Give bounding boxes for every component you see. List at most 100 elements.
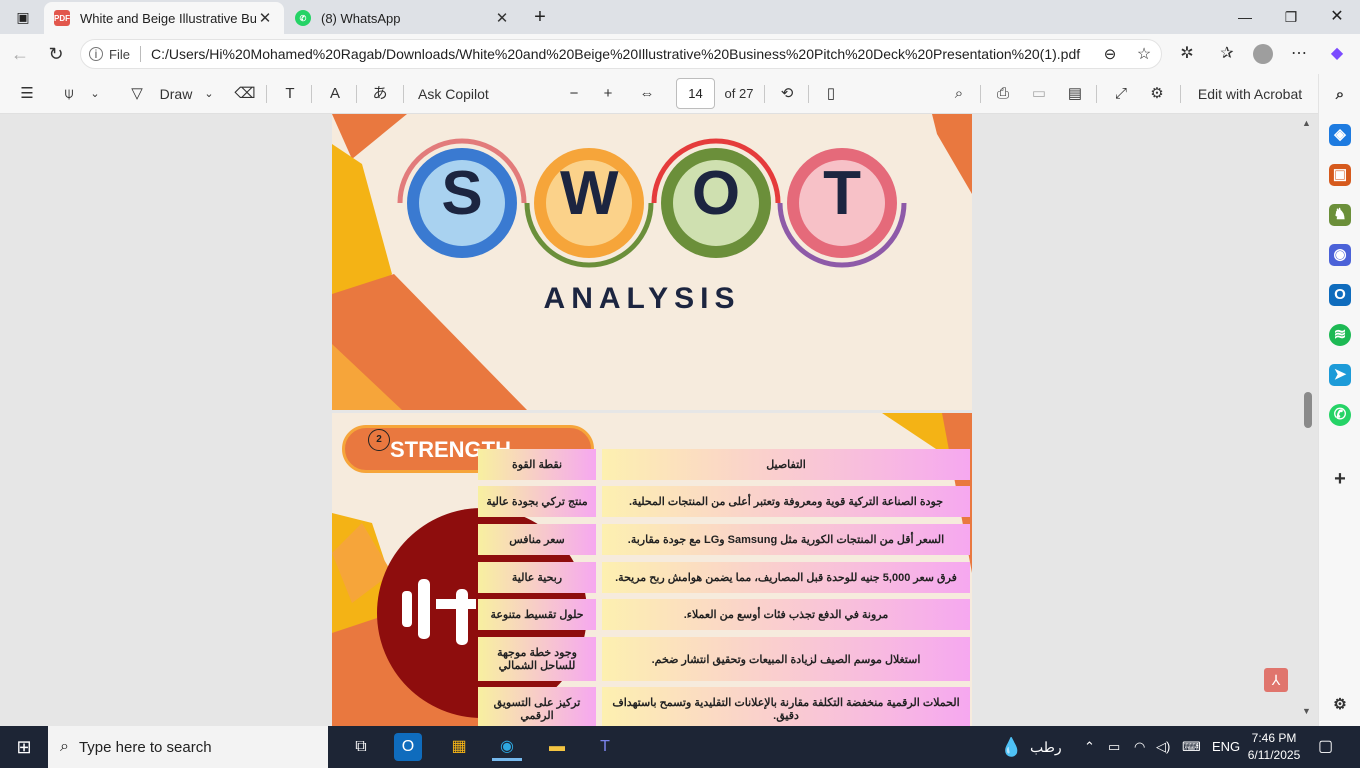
divider — [266, 85, 267, 103]
keyboard-icon[interactable]: ⌨ — [1182, 726, 1201, 768]
divider — [139, 46, 141, 62]
back-icon[interactable]: ← — [6, 41, 34, 67]
new-tab-button[interactable]: + — [517, 4, 563, 30]
add-sidebar-icon[interactable]: + — [1329, 468, 1351, 490]
extensions-icon[interactable]: ✲ — [1174, 42, 1200, 66]
profile-avatar[interactable] — [1250, 42, 1276, 66]
chevron-up-icon[interactable]: ⌃ — [1084, 726, 1095, 768]
copilot-icon[interactable]: ◆ — [1324, 42, 1350, 66]
divider — [356, 85, 357, 103]
zoom-out-icon[interactable]: − — [564, 82, 584, 106]
pdf-toolbar: ☰ ⍦ ⌄ ▽ Draw ⌄ ⌫ T A あ Ask Copilot − + ⇔… — [0, 74, 1318, 114]
weather-text[interactable]: رطب — [1030, 726, 1062, 768]
toolbox-icon[interactable]: ▣ — [1329, 164, 1351, 186]
vertical-scrollbar[interactable]: ▲ ▼ — [1300, 114, 1316, 726]
tab-title: (8) WhatsApp — [321, 10, 401, 26]
ask-copilot-button[interactable]: Ask Copilot — [418, 82, 500, 106]
scroll-up-icon[interactable]: ▲ — [1302, 118, 1311, 128]
telegram-icon[interactable]: ➤ — [1329, 364, 1351, 386]
search-icon[interactable]: ⌕ — [1329, 84, 1351, 106]
settings-gear-icon[interactable]: ⚙ — [1146, 82, 1168, 106]
close-tab-icon[interactable]: ✕ — [256, 9, 274, 27]
read-aloud-icon[interactable]: A — [324, 82, 346, 106]
close-tab-icon[interactable]: ✕ — [493, 9, 511, 27]
table-header-row: نقطة القوة التفاصيل — [478, 449, 970, 480]
swot-letter-w: W — [560, 159, 619, 228]
fit-width-icon[interactable]: ⇔ — [636, 82, 658, 106]
zoom-in-icon[interactable]: + — [598, 82, 618, 106]
chevron-down-icon[interactable]: ⌄ — [200, 82, 218, 106]
page-view-icon[interactable]: ▯ — [820, 82, 842, 106]
search-icon[interactable]: ⌕ — [948, 82, 970, 106]
address-bar[interactable]: i File C:/Users/Hi%20Mohamed%20Ragab/Dow… — [80, 39, 1162, 69]
more-menu-icon[interactable]: ⋯ — [1286, 42, 1312, 66]
notifications-icon[interactable]: ▢ — [1318, 726, 1333, 768]
scroll-down-icon[interactable]: ▼ — [1302, 706, 1311, 716]
table-cell: وجود خطة موجهة للساحل الشمالي — [478, 637, 596, 681]
fullscreen-icon[interactable]: ⤢ — [1110, 82, 1132, 106]
battery-icon[interactable]: ▭ — [1108, 726, 1120, 768]
taskbar-search[interactable]: ⌕ Type here to search — [48, 726, 328, 768]
table-cell: سعر منافس — [478, 524, 596, 555]
text-box-icon[interactable]: T — [279, 82, 301, 106]
outlook-icon[interactable]: O — [1329, 284, 1351, 306]
page-count: of 27 — [724, 86, 754, 101]
games-icon[interactable]: ♞ — [1329, 204, 1351, 226]
print-icon[interactable]: ⎙ — [992, 82, 1014, 106]
task-view-icon[interactable]: ⧉ — [346, 733, 376, 761]
zoom-icon[interactable]: ⊖ — [1093, 45, 1127, 63]
swot-letter-t: T — [823, 159, 861, 228]
spotify-icon[interactable]: ≋ — [1329, 324, 1351, 346]
draw-button[interactable]: Draw — [156, 82, 196, 106]
eraser-icon[interactable]: ⌫ — [234, 82, 256, 106]
divider — [403, 85, 404, 103]
restore-button[interactable]: ❐ — [1268, 4, 1314, 30]
translate-icon[interactable]: あ — [369, 82, 391, 106]
swot-letter-s: S — [441, 159, 483, 228]
draw-icon[interactable]: ▽ — [126, 82, 148, 106]
shopping-tag-icon[interactable]: ◈ — [1329, 124, 1351, 146]
windows-start-icon[interactable]: ⊞ — [9, 733, 39, 761]
favorites-icon[interactable]: ✰ — [1214, 42, 1240, 66]
highlight-icon[interactable]: ⍦ — [58, 82, 80, 106]
chevron-down-icon[interactable]: ⌄ — [86, 82, 104, 106]
wifi-icon[interactable]: ◠ — [1134, 726, 1145, 768]
acrobat-icon[interactable]: ⅄ — [1264, 668, 1288, 692]
edit-with-acrobat-button[interactable]: Edit with Acrobat — [1192, 82, 1308, 106]
table-cell: ربحية عالية — [478, 562, 596, 593]
store-icon[interactable]: ▦ — [444, 733, 474, 761]
refresh-icon[interactable]: ↻ — [42, 41, 70, 67]
tab-actions-icon[interactable]: ▣ — [0, 4, 46, 30]
tab-pdf[interactable]: PDF White and Beige Illustrative Busin ✕ — [44, 2, 284, 34]
pdf-viewer[interactable]: S W O T ANALYSIS 2 STRENGTH نقطة القوة ا… — [0, 114, 1318, 726]
whatsapp-icon[interactable]: ✆ — [1329, 404, 1351, 426]
language-indicator[interactable]: ENG — [1212, 726, 1240, 768]
taskbar: ⊞ ⌕ Type here to search ⧉ O ▦ ◉ ▬ T 💧 رط… — [0, 726, 1360, 768]
minimize-button[interactable]: — — [1222, 4, 1268, 30]
microsoft365-icon[interactable]: ◉ — [1329, 244, 1351, 266]
contents-icon[interactable]: ☰ — [16, 82, 38, 106]
favorite-star-icon[interactable]: ☆ — [1127, 44, 1161, 64]
volume-icon[interactable]: ◁) — [1156, 726, 1170, 768]
close-window-button[interactable]: ✕ — [1314, 4, 1360, 30]
page-number-input[interactable]: 14 — [676, 78, 715, 109]
clock[interactable]: 7:46 PM 6/11/2025 — [1246, 730, 1302, 764]
save-icon[interactable]: ▭ — [1028, 82, 1050, 106]
table-row: منتج تركي بجودة عالية جودة الصناعة الترك… — [478, 486, 970, 517]
scrollbar-thumb[interactable] — [1304, 392, 1312, 428]
teams-icon[interactable]: T — [590, 733, 620, 761]
outlook-icon[interactable]: O — [394, 733, 422, 761]
url-text[interactable]: C:/Users/Hi%20Mohamed%20Ragab/Downloads/… — [151, 46, 1093, 62]
info-icon[interactable]: i — [89, 47, 103, 61]
rotate-icon[interactable]: ⟲ — [776, 82, 798, 106]
swot-letters: S W O T — [332, 158, 972, 248]
edge-icon[interactable]: ◉ — [492, 733, 522, 761]
scheme-label: File — [109, 46, 130, 62]
file-explorer-icon[interactable]: ▬ — [542, 733, 572, 761]
address-bar-row: ← ↻ i File C:/Users/Hi%20Mohamed%20Ragab… — [0, 34, 1360, 74]
save-as-icon[interactable]: ▤ — [1064, 82, 1086, 106]
pdf-icon: PDF — [54, 10, 70, 26]
sidebar-settings-icon[interactable]: ⚙ — [1329, 694, 1351, 716]
tab-whatsapp[interactable]: ✆ (8) WhatsApp ✕ — [285, 2, 521, 34]
weather-icon[interactable]: 💧 — [1000, 726, 1022, 768]
